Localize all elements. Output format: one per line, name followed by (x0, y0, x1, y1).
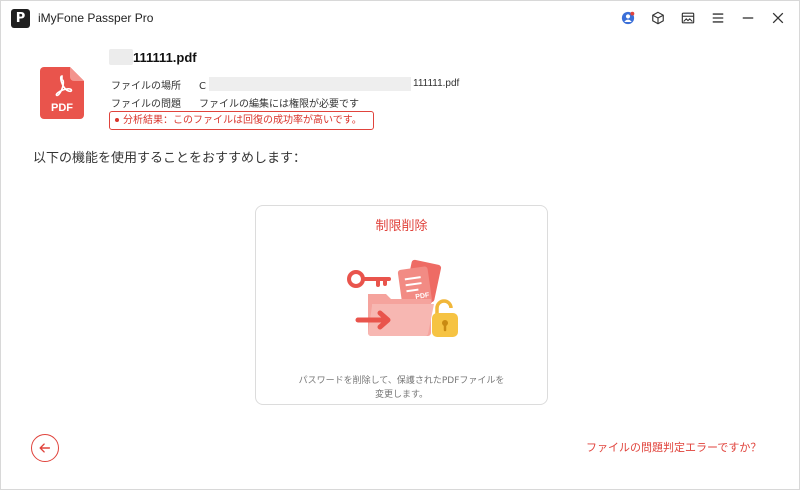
file-problem-value: ファイルの編集には権限が必要です (199, 99, 359, 110)
pdf-file-icon: PDF (40, 67, 84, 119)
back-arrow-icon (39, 443, 51, 453)
file-path-redaction (209, 77, 411, 91)
file-problem-row: ファイルの問題 ファイルの編集には権限が必要です (111, 95, 359, 110)
cube-icon[interactable] (649, 9, 667, 27)
file-location-prefix: C (199, 81, 206, 92)
file-location-suffix: 111111.pdf (413, 78, 460, 89)
window-controls (619, 9, 787, 27)
remove-restriction-card[interactable]: 制限削除 PDF パスワードを削除して、保護されたPDFファイルを 変更します。 (255, 205, 548, 405)
image-icon[interactable] (679, 9, 697, 27)
recommend-heading: 以下の機能を使用することをおすすめします： (33, 151, 307, 166)
card-description-line-2: 変更します。 (374, 390, 429, 400)
bullet-dot (115, 118, 119, 122)
minimize-icon[interactable] (739, 9, 757, 27)
app-logo: P (11, 9, 30, 28)
file-name-redaction (109, 49, 133, 65)
unlock-illustration: PDF (342, 258, 466, 344)
menu-icon[interactable] (709, 9, 727, 27)
file-problem-label: ファイルの問題 (111, 99, 181, 110)
app-title: iMyFone Passper Pro (38, 11, 154, 25)
misjudgment-help-link[interactable]: ファイルの問題判定エラーですか？ (586, 439, 761, 455)
card-description: パスワードを削除して、保護されたPDFファイルを 変更します。 (276, 374, 527, 402)
pdf-icon-label: PDF (51, 102, 73, 114)
card-description-line-1: パスワードを削除して、保護されたPDFファイルを (298, 376, 505, 386)
file-location-row: ファイルの場所 C (111, 77, 206, 92)
file-location-label: ファイルの場所 (111, 81, 181, 92)
close-icon[interactable] (769, 9, 787, 27)
file-name: 111111.pdf (133, 50, 197, 65)
card-title: 制限削除 (375, 219, 428, 234)
user-icon[interactable] (619, 9, 637, 27)
analysis-result-badge: 分析結果：このファイルは回復の成功率が高いです。 (109, 111, 374, 130)
title-bar: P iMyFone Passper Pro (1, 1, 799, 35)
back-button[interactable] (31, 434, 59, 462)
analysis-result-text: 分析結果：このファイルは回復の成功率が高いです。 (123, 115, 362, 126)
